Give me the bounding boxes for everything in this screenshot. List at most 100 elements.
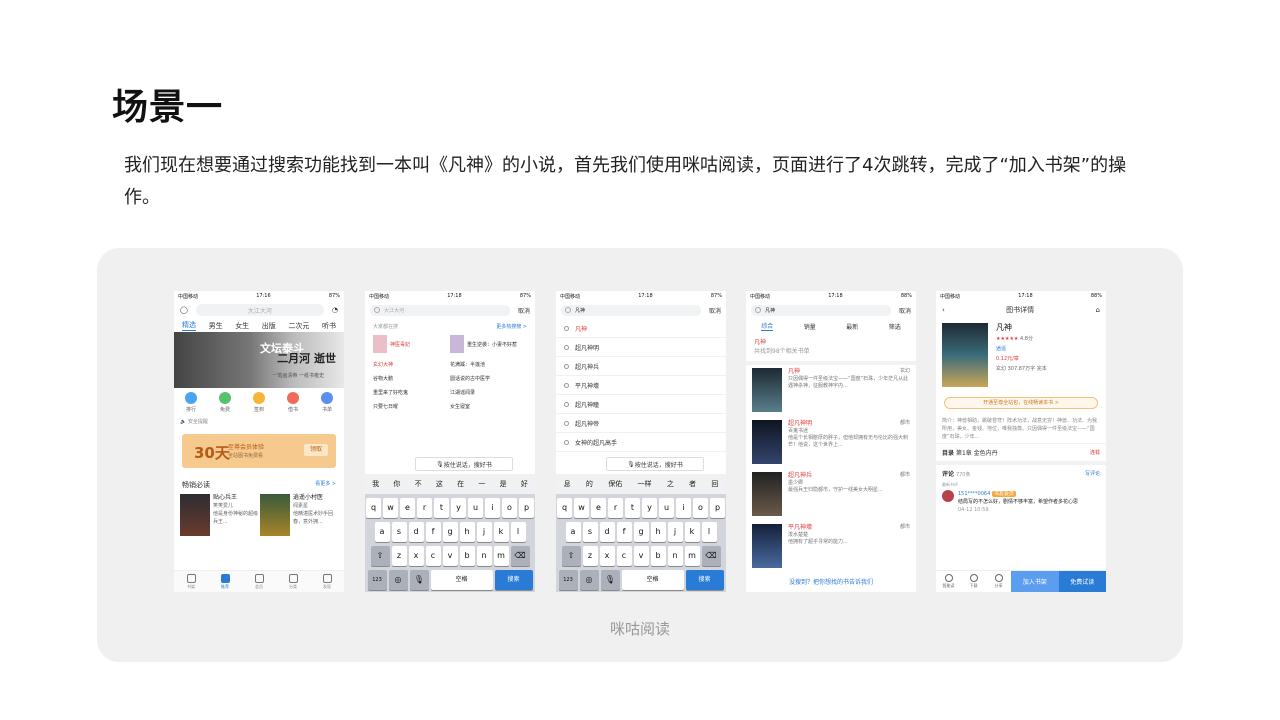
key[interactable]: f xyxy=(616,522,632,542)
tab-featured[interactable]: 精选 xyxy=(182,320,196,331)
key[interactable]: o xyxy=(693,498,708,518)
cancel-button[interactable]: 取消 xyxy=(510,306,530,315)
key[interactable]: u xyxy=(659,498,674,518)
book-card[interactable]: 贴心兵王 笑笑爱儿 他是身份神秘的超级兵王... xyxy=(180,494,258,536)
candidate[interactable]: 的 xyxy=(586,479,593,489)
candidate[interactable]: 一样 xyxy=(637,479,651,489)
author-link[interactable]: 逍遥 xyxy=(996,346,1006,352)
space-key[interactable]: 空格 xyxy=(621,570,684,590)
key[interactable]: j xyxy=(667,522,683,542)
tab-male[interactable]: 男生 xyxy=(209,321,223,331)
cancel-button[interactable]: 取消 xyxy=(701,306,721,315)
back-icon[interactable]: ‹ xyxy=(942,306,945,314)
smart-read-button[interactable]: 智能读 xyxy=(936,571,961,592)
comment-item[interactable]: 151****0064 书友会员 结局写的不怎么好，剧情不够丰富，希望作者多花心… xyxy=(936,488,1106,516)
globe-key[interactable]: ◎ xyxy=(579,570,599,590)
tab-female[interactable]: 女生 xyxy=(235,321,249,331)
cancel-button[interactable]: 取消 xyxy=(891,306,911,315)
search-input[interactable]: 大江大河 xyxy=(195,304,324,316)
search-key[interactable]: 搜索 xyxy=(685,570,724,590)
user-icon[interactable]: ◯ xyxy=(180,306,188,314)
search-input[interactable]: 大江大河 xyxy=(370,304,510,316)
mic-key[interactable]: 🎙 xyxy=(409,570,429,590)
vip-pass-button[interactable]: 开通至尊全站包，在线畅读本书 > xyxy=(944,397,1098,409)
voice-search-button[interactable]: 🎙 按住说话，搜好书 xyxy=(415,457,513,471)
hot-item[interactable]: 谷物大鹏 xyxy=(373,375,450,382)
hot-item[interactable]: 花满蹊：半莲池 xyxy=(450,361,527,368)
hot-item[interactable]: 只要七日曜 xyxy=(373,403,450,410)
key[interactable]: m xyxy=(684,546,700,566)
candidate[interactable]: 好 xyxy=(521,479,528,489)
key[interactable]: b xyxy=(650,546,666,566)
key[interactable]: k xyxy=(684,522,700,542)
share-button[interactable]: 分享 xyxy=(986,571,1011,592)
key[interactable]: c xyxy=(425,546,441,566)
hot-item[interactable]: 重里来了好吃鬼 xyxy=(373,389,450,396)
suggestion-item[interactable]: 超凡神帝 xyxy=(556,414,726,433)
suggestion-item[interactable]: 超凡神明 xyxy=(556,338,726,357)
notice[interactable]: 🔈 安全提醒 xyxy=(174,415,344,428)
key[interactable]: w xyxy=(383,498,398,518)
key[interactable]: t xyxy=(625,498,640,518)
shortcut-free[interactable]: 免费 xyxy=(219,392,231,413)
candidate[interactable]: 者 xyxy=(689,479,696,489)
key[interactable]: r xyxy=(417,498,432,518)
voice-search-button[interactable]: 🎙 按住说话，搜好书 xyxy=(606,457,704,471)
result-item[interactable]: 凡神 玄幻 只因偶得一件圣级法宝——“国度”石珠，少年茫凡从此遇神杀神，征服教神宇… xyxy=(746,365,916,417)
key[interactable]: r xyxy=(608,498,623,518)
candidate[interactable]: 这 xyxy=(436,479,443,489)
key[interactable]: w xyxy=(574,498,589,518)
key[interactable]: d xyxy=(599,522,615,542)
nav-member[interactable]: 会员 xyxy=(254,573,264,590)
key[interactable]: p xyxy=(519,498,534,518)
result-item[interactable]: 超凡神明 都市 百鬼书迷 他是个长相憨厚的胖子，但他却拥有无与伦比的强大刺芒！他说，… xyxy=(746,417,916,469)
suggestion-item[interactable]: 凡神 xyxy=(556,319,726,338)
candidate[interactable]: 不 xyxy=(415,479,422,489)
hot-item[interactable]: 神医毒妃 xyxy=(373,334,450,354)
hot-more-link[interactable]: 更多热搜榜 > xyxy=(496,323,527,330)
key[interactable]: y xyxy=(451,498,466,518)
hot-item[interactable]: 江湖谣闻录 xyxy=(450,389,527,396)
key[interactable]: b xyxy=(459,546,475,566)
tab-filter[interactable]: 筛选 xyxy=(889,322,901,331)
vip-card[interactable]: 30天 至尊会员体验 全站图书免费看 领取 xyxy=(182,434,336,468)
key[interactable]: t xyxy=(434,498,449,518)
tab-audio[interactable]: 听书 xyxy=(322,321,336,331)
key[interactable]: p xyxy=(710,498,725,518)
mic-key[interactable]: 🎙 xyxy=(600,570,620,590)
key[interactable]: o xyxy=(502,498,517,518)
candidate[interactable]: 息 xyxy=(564,479,571,489)
candidate[interactable]: 保佑 xyxy=(608,479,622,489)
key[interactable]: a xyxy=(374,522,390,542)
shortcut-borrow[interactable]: 借书 xyxy=(287,392,299,413)
tab-newest[interactable]: 最新 xyxy=(846,322,858,331)
key[interactable]: n xyxy=(476,546,492,566)
candidate[interactable]: 回 xyxy=(711,479,718,489)
key[interactable]: x xyxy=(408,546,424,566)
shortcut-signin[interactable]: 签到 xyxy=(253,392,265,413)
key[interactable]: i xyxy=(485,498,500,518)
key[interactable]: q xyxy=(557,498,572,518)
key[interactable]: n xyxy=(667,546,683,566)
hot-item[interactable]: 女生寝室 xyxy=(450,403,527,410)
key[interactable]: k xyxy=(493,522,509,542)
key[interactable]: s xyxy=(582,522,598,542)
suggestion-item[interactable]: 女神的超凡高手 xyxy=(556,433,726,452)
key[interactable]: a xyxy=(565,522,581,542)
key[interactable]: z xyxy=(582,546,598,566)
key[interactable]: v xyxy=(442,546,458,566)
key[interactable]: e xyxy=(591,498,606,518)
key[interactable]: l xyxy=(701,522,717,542)
key[interactable]: s xyxy=(391,522,407,542)
key[interactable]: c xyxy=(616,546,632,566)
key[interactable]: z xyxy=(391,546,407,566)
key[interactable]: l xyxy=(510,522,526,542)
space-key[interactable]: 空格 xyxy=(430,570,493,590)
key[interactable]: q xyxy=(366,498,381,518)
key[interactable]: y xyxy=(642,498,657,518)
section-more-link[interactable]: 看更多 > xyxy=(315,480,336,490)
shortcut-rank[interactable]: 排行 xyxy=(185,392,197,413)
hot-item[interactable]: 玄幻大神 xyxy=(373,361,450,368)
candidate[interactable]: 我 xyxy=(372,479,379,489)
backspace-key[interactable]: ⌫ xyxy=(510,546,530,566)
